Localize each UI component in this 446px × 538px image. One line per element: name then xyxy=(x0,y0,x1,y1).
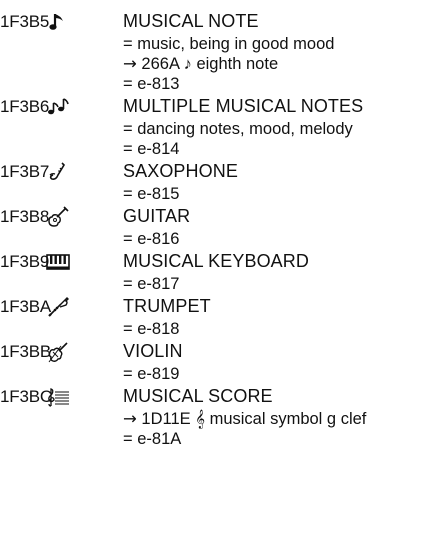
entry-1f3b6: 1F3B6 MULTIPLE MUSICAL NOTES = dancing n… xyxy=(0,94,446,159)
entry-1f3b7: 1F3B7 SAXOPHONE = e-815 xyxy=(0,159,446,204)
character-name: VIOLIN xyxy=(123,341,183,361)
guitar-icon xyxy=(45,206,71,228)
trumpet-icon xyxy=(45,296,71,318)
entry-1f3b8: 1F3B8 GUITAR = e-816 xyxy=(0,204,446,249)
entry-1f3bc: 1F3BC MUSICAL SCORE → 1D11E 𝄞 musical sy… xyxy=(0,384,446,449)
character-name: SAXOPHONE xyxy=(123,161,238,181)
entry-1f3b9: 1F3B9 MUSICAL KEYBOARD = e-817 xyxy=(0,249,446,294)
character-name: MUSICAL KEYBOARD xyxy=(123,251,309,271)
annotation-line: = e-81A xyxy=(123,430,182,448)
entry-1f3bb: 1F3BB VIOLIN = e-819 xyxy=(0,339,446,384)
violin-icon xyxy=(45,341,71,363)
character-name: MUSICAL SCORE xyxy=(123,386,273,406)
annotation-line: = e-819 xyxy=(123,365,180,383)
character-name: MULTIPLE MUSICAL NOTES xyxy=(123,96,364,116)
character-name: GUITAR xyxy=(123,206,191,226)
annotation-line: = e-813 xyxy=(123,75,180,93)
annotation-line: = e-814 xyxy=(123,140,180,158)
entry-1f3ba: 1F3BA TRUMPET = e-818 xyxy=(0,294,446,339)
code-chart-page: 1F3B5 MUSICAL NOTE = music, being in goo… xyxy=(0,0,446,449)
character-name: TRUMPET xyxy=(123,296,211,316)
cross-reference-line: → 266A ♪ eighth note xyxy=(123,54,279,73)
annotation-line: = music, being in good mood xyxy=(123,35,335,53)
musical-keyboard-icon xyxy=(45,251,71,273)
annotation-line: = e-816 xyxy=(123,230,180,248)
multiple-musical-notes-icon xyxy=(45,96,71,118)
musical-score-icon xyxy=(45,386,71,408)
cross-reference-line: → 1D11E 𝄞 musical symbol g clef xyxy=(123,409,367,428)
musical-note-icon xyxy=(45,11,71,33)
annotation-line: = e-817 xyxy=(123,275,180,293)
entry-1f3b5: 1F3B5 MUSICAL NOTE = music, being in goo… xyxy=(0,9,446,94)
annotation-line: = e-818 xyxy=(123,320,180,338)
character-name: MUSICAL NOTE xyxy=(123,11,259,31)
annotation-line: = e-815 xyxy=(123,185,180,203)
annotation-line: = dancing notes, mood, melody xyxy=(123,120,353,138)
saxophone-icon xyxy=(45,161,71,183)
